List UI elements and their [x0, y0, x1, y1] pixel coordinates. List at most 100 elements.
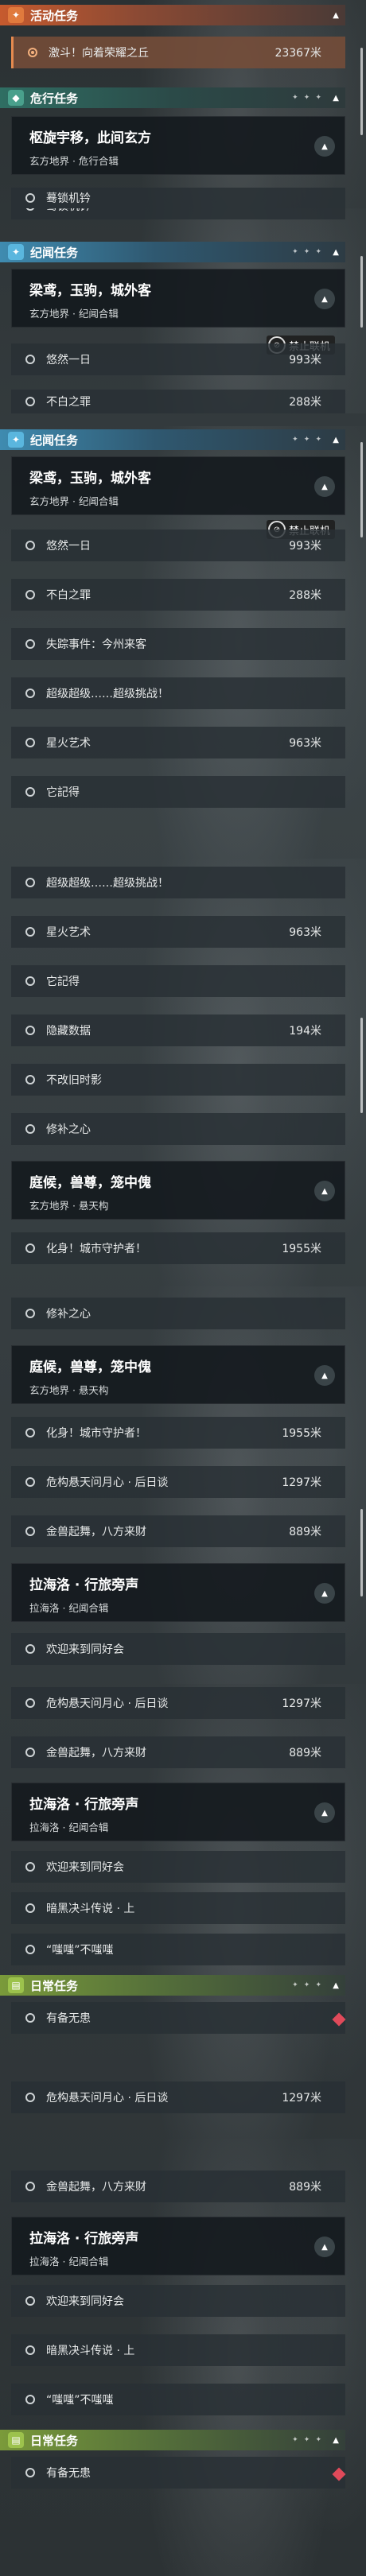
quest-item[interactable]: 它記得 [11, 776, 345, 808]
section-header-story[interactable]: ✦ 纪闻任务 ✦ ✦ ✦ ▲ [0, 242, 345, 262]
quest-item[interactable]: 星火艺术 963米 [11, 727, 345, 758]
quest-card-q2[interactable]: 梁鸢，玉驹，城外客 玄方地界 · 纪闻合辑 ▲ [11, 269, 345, 328]
quest-item[interactable]: 危构悬天问月心 · 后日谈 1297米 [11, 1466, 345, 1498]
scrollbar[interactable] [360, 256, 363, 328]
decor-stars: ✦ ✦ ✦ [292, 248, 323, 256]
quest-item-label: 暗黑决斗传说 · 上 [46, 1903, 135, 1915]
quest-item-activity[interactable]: 激斗！向着荣耀之丘 23367米 [11, 37, 345, 68]
quest-item[interactable]: 暗黑决斗传说 · 上 [11, 1892, 345, 1924]
quest-item-distance: 1297米 [282, 1476, 321, 1489]
quest-title: 拉海洛 · 行旅旁声 [29, 1577, 139, 1593]
section-title: 日常任务 [30, 2433, 79, 2448]
quest-item[interactable]: 危构悬天问月心 · 后日谈 1297米 [11, 2081, 345, 2113]
quest-item[interactable]: 它記得 [11, 965, 345, 997]
quest-item[interactable]: 化身！城市守护者！ 1955米 [11, 1232, 345, 1264]
quest-title: 梁鸢，玉驹，城外客 [29, 283, 151, 299]
quest-item-label: 金兽起舞，八方来财 [46, 1747, 146, 1759]
quest-item[interactable]: 暗黑决斗传说 · 上 [11, 2334, 345, 2366]
triangle-up-icon[interactable]: ▲ [314, 1181, 335, 1201]
shot-1: ✦ 活动任务 ▲ 激斗！向着荣耀之丘 23367米 ◆ 危行任务 ✦ ✦ ✦ ▲… [0, 0, 366, 208]
shot-2: 蓦锁机钤 ✦ 纪闻任务 ✦ ✦ ✦ ▲ 梁鸢，玉驹，城外客 玄方地界 · 纪闻合… [0, 208, 366, 413]
quest-card-q4[interactable]: 拉海洛 · 行旅旁声 拉海洛 · 纪闻合辑 ▲ [11, 1783, 345, 1841]
quest-card-q3[interactable]: 庭候，兽尊，笼中傀 玄方地界 · 悬天构 ▲ [11, 1345, 345, 1404]
quest-item[interactable]: 蓦锁机钤 [11, 188, 345, 208]
quest-item[interactable]: 有备无患 [11, 2002, 345, 2034]
radio-icon [25, 639, 35, 649]
triangle-up-icon[interactable]: ▲ [314, 1802, 335, 1823]
quest-card-q1[interactable]: 枢旋宇移，此间玄方 玄方地界 · 危行合辑 ▲ [11, 116, 345, 175]
quest-item[interactable]: 欢迎来到同好会 [11, 2285, 345, 2317]
triangle-up-icon[interactable]: ▲ [314, 2237, 335, 2257]
triangle-up-icon[interactable]: ▲ [314, 476, 335, 497]
quest-item[interactable]: “嗤嗤”不嗤嗤 [11, 1934, 345, 1965]
quest-item[interactable]: 蓦锁机钤 [11, 208, 345, 219]
quest-item-label: 它記得 [46, 786, 80, 799]
scrollbar[interactable] [360, 48, 363, 135]
radio-icon [25, 1945, 35, 1954]
quest-item[interactable]: 修补之心 [11, 1113, 345, 1145]
quest-item-label: 化身！城市守护者！ [46, 1427, 146, 1440]
quest-item[interactable]: 失踪事件：今州来客 [11, 628, 345, 660]
quest-item[interactable]: 超级超级……超级挑战！ [11, 677, 345, 709]
quest-card-q3[interactable]: 庭候，兽尊，笼中傀 玄方地界 · 悬天构 ▲ [11, 1161, 345, 1220]
book-icon: ▤ [8, 1977, 24, 1993]
section-header-story[interactable]: ✦ 纪闻任务 ✦ ✦ ✦ ▲ [0, 429, 345, 450]
quest-item-label: 化身！城市守护者！ [46, 1243, 146, 1255]
quest-title: 枢旋宇移，此间玄方 [29, 130, 151, 146]
quest-item[interactable]: 修补之心 [11, 1298, 345, 1329]
radio-icon [25, 1026, 35, 1035]
gem-icon: ◆ [8, 90, 24, 106]
quest-subtitle: 玄方地界 · 危行合辑 [29, 155, 119, 167]
section-header-danger[interactable]: ◆ 危行任务 ✦ ✦ ✦ ▲ [0, 87, 345, 108]
triangle-up-icon: ▲ [333, 1980, 339, 1990]
radio-icon [25, 787, 35, 797]
quest-item[interactable]: 危构悬天问月心 · 后日谈 1297米 [11, 1687, 345, 1719]
quest-item[interactable]: 金兽起舞，八方来财 889米 [11, 1736, 345, 1768]
shot-7: 金兽起舞，八方来财 889米 拉海洛 · 行旅旁声 拉海洛 · 纪闻合辑 ▲ 欢… [0, 2139, 366, 2576]
triangle-up-icon[interactable]: ▲ [314, 1365, 335, 1386]
scrollbar[interactable] [360, 1509, 363, 1596]
triangle-up-icon[interactable]: ▲ [314, 1583, 335, 1604]
quest-card-q4[interactable]: 拉海洛 · 行旅旁声 拉海洛 · 纪闻合辑 ▲ [11, 2217, 345, 2275]
quest-item[interactable]: 不白之罪 288米 [11, 390, 345, 413]
quest-item[interactable]: 化身！城市守护者！ 1955米 [11, 1417, 345, 1449]
quest-item[interactable]: “嗤嗤”不嗤嗤 [11, 2384, 345, 2415]
quest-item-label: 欢迎来到同好会 [46, 2295, 124, 2308]
quest-card-q4[interactable]: 拉海洛 · 行旅旁声 拉海洛 · 纪闻合辑 ▲ [11, 1563, 345, 1622]
quest-card-q2[interactable]: 梁鸢，玉驹，城外客 玄方地界 · 纪闻合辑 ▲ [11, 456, 345, 515]
quest-subtitle: 玄方地界 · 悬天构 [29, 1200, 109, 1212]
quest-item-label: 蓦锁机钤 [46, 208, 91, 214]
decor-stars: ✦ ✦ ✦ [292, 436, 323, 444]
triangle-up-icon[interactable]: ▲ [314, 136, 335, 157]
quest-item[interactable]: 有备无患 [11, 2457, 345, 2489]
quest-item[interactable]: 欢迎来到同好会 [11, 1633, 345, 1665]
quest-item[interactable]: 超级超级……超级挑战！ [11, 867, 345, 898]
quest-item[interactable]: 星火艺术 963米 [11, 916, 345, 948]
radio-icon [25, 355, 35, 364]
scrollbar[interactable] [360, 1018, 363, 1113]
radio-icon [25, 208, 35, 211]
quest-item-distance: 1297米 [282, 1697, 321, 1710]
quest-item[interactable]: 不改旧时影 [11, 1064, 345, 1096]
triangle-up-icon[interactable]: ▲ [314, 289, 335, 309]
radio-icon [25, 193, 35, 203]
quest-item-distance: 23367米 [274, 47, 321, 60]
radio-icon [25, 1644, 35, 1654]
scrollbar[interactable] [360, 442, 363, 537]
quest-item[interactable]: 悠然一日 993米 [11, 530, 345, 561]
quest-item[interactable]: 欢迎来到同好会 [11, 1851, 345, 1883]
quest-item-label: 蓦锁机钤 [46, 192, 91, 205]
section-header-daily[interactable]: ▤ 日常任务 ✦ ✦ ✦ ▲ [0, 1975, 345, 1996]
quest-item[interactable]: 悠然一日 993米 [11, 343, 345, 375]
quest-item[interactable]: 不白之罪 288米 [11, 579, 345, 611]
quest-item[interactable]: 金兽起舞，八方来财 889米 [11, 2171, 345, 2202]
radio-icon [25, 1862, 35, 1872]
quest-item-label: 有备无患 [46, 2467, 91, 2480]
quest-item[interactable]: 金兽起舞，八方来财 889米 [11, 1515, 345, 1547]
section-title: 活动任务 [30, 8, 79, 23]
section-header-daily[interactable]: ▤ 日常任务 ✦ ✦ ✦ ▲ [0, 2430, 345, 2450]
section-header-activity[interactable]: ✦ 活动任务 ▲ [0, 5, 345, 25]
quest-item-label: 激斗！向着荣耀之丘 [49, 47, 149, 60]
quest-title: 庭候，兽尊，笼中傀 [29, 1175, 151, 1191]
quest-item[interactable]: 隐藏数据 194米 [11, 1014, 345, 1046]
